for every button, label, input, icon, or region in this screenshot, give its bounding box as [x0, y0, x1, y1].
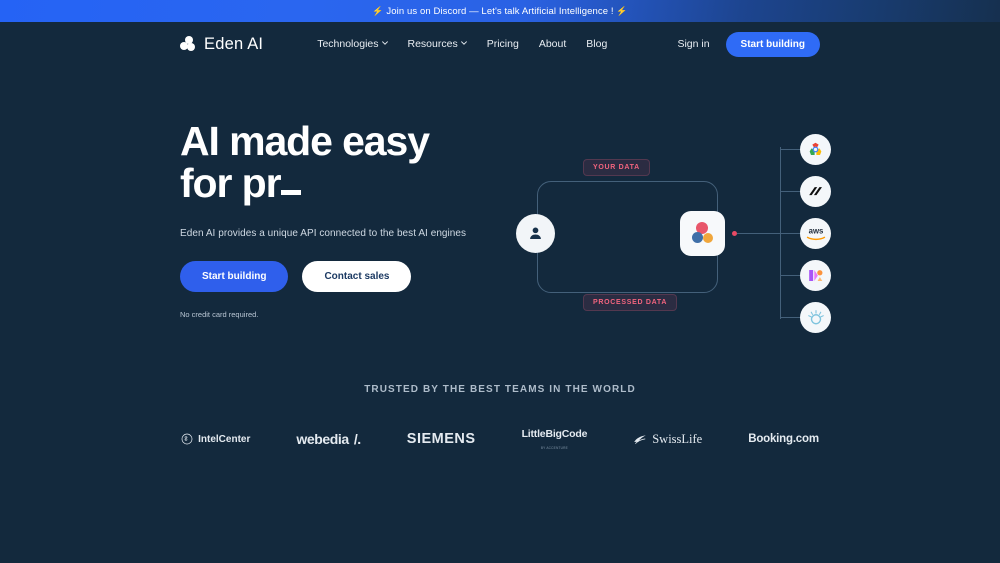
processed-data-label: PROCESSED DATA: [583, 294, 678, 311]
nav-item-about-label: About: [538, 38, 567, 50]
provider-light-blue-orb-icon: [800, 302, 831, 333]
nav-actions: Sign in Start building: [677, 31, 820, 57]
nav-item-pricing[interactable]: Pricing: [487, 38, 519, 50]
nav-item-resources-label: Resources: [407, 38, 458, 50]
start-building-button[interactable]: Start building: [180, 260, 289, 292]
trusted-by-section: TRUSTED BY THE BEST TEAMS IN THE WORLD I…: [0, 384, 1000, 450]
client-logo-siemens-label: SIEMENS: [406, 431, 476, 447]
client-logo-booking-label: Booking.com: [748, 433, 819, 445]
no-credit-card-note: No credit card required.: [180, 309, 259, 319]
your-data-label: YOUR DATA: [583, 159, 650, 176]
bolt-icon-left: ⚡: [372, 5, 384, 16]
nav-item-blog-label: Blog: [586, 38, 608, 50]
page-title: AI made easy for pr: [180, 118, 480, 206]
chevron-down-icon: [460, 40, 467, 46]
nav-item-blog[interactable]: Blog: [586, 38, 607, 50]
logo-text: Eden AI: [204, 34, 264, 53]
hero-section: AI made easy for pr Eden AI provides a u…: [0, 66, 1000, 333]
typing-caret: [281, 189, 302, 195]
architecture-diagram: YOUR DATA PROCESSED DATA aws: [510, 129, 831, 333]
provider-aws-icon: aws: [800, 218, 831, 249]
swisslife-mark-icon: [634, 434, 647, 444]
nav-item-pricing-label: Pricing: [486, 38, 519, 50]
wire-branch: [781, 149, 801, 151]
client-logo-littlebigcode: LittleBigCode BY ACCENTURE: [522, 428, 588, 450]
client-logo-intelcenter-label: IntelCenter: [198, 433, 251, 445]
eden-ai-logo-icon: [691, 221, 715, 246]
provider-google-cloud-icon: [800, 134, 831, 165]
user-icon: [530, 227, 541, 240]
wire-branch: [781, 275, 801, 277]
sign-in-link[interactable]: Sign in: [677, 38, 709, 50]
client-logo-booking: Booking.com: [748, 433, 819, 445]
nav-item-technologies[interactable]: Technologies: [317, 38, 388, 50]
start-building-nav-button[interactable]: Start building: [725, 31, 820, 57]
nav-item-technologies-label: Technologies: [317, 38, 379, 50]
bolt-icon-right: ⚡: [616, 5, 628, 16]
wire-branch: [781, 191, 801, 193]
client-logo-webedia: webedia/.: [296, 431, 361, 447]
client-logo-swisslife: SwissLife: [633, 432, 702, 447]
hero-actions: Start building Contact sales: [180, 260, 480, 292]
client-logo-siemens: SIEMENS: [407, 431, 476, 447]
chevron-down-icon: [381, 40, 388, 46]
trusted-by-title: TRUSTED BY THE BEST TEAMS IN THE WORLD: [364, 384, 636, 395]
client-logo-intelcenter: IntelCenter: [181, 433, 250, 445]
main-navigation: Eden AI Technologies Resources Pricing A…: [0, 22, 1000, 66]
nav-item-resources[interactable]: Resources: [408, 38, 467, 50]
client-logo-littlebigcode-label: LittleBigCode: [521, 428, 588, 440]
client-logo-webedia-label: webedia: [296, 431, 349, 447]
webedia-slash-icon: /.: [353, 431, 361, 447]
eden-ai-logo-icon: [180, 35, 197, 53]
eden-ai-logo[interactable]: Eden AI: [180, 35, 263, 54]
client-logo-row: IntelCenter webedia/. SIEMENS LittleBigC…: [0, 428, 1000, 450]
svg-text:aws: aws: [808, 227, 823, 236]
hero-subtitle: Eden AI provides a unique API connected …: [180, 227, 467, 239]
intelcenter-mark-icon: [181, 433, 193, 445]
wire-branch: [781, 233, 801, 235]
wire-branch: [781, 317, 801, 319]
contact-sales-button[interactable]: Contact sales: [302, 260, 412, 292]
nav-links: Technologies Resources Pricing About Blo…: [317, 38, 607, 50]
client-logo-swisslife-label: SwissLife: [652, 431, 703, 446]
nav-item-about[interactable]: About: [539, 38, 566, 50]
announcement-banner[interactable]: ⚡ Join us on Discord — Let's talk Artifi…: [0, 0, 1000, 22]
client-logo-littlebigcode-sub: BY ACCENTURE: [540, 446, 568, 450]
provider-purple-orange-icon: [800, 260, 831, 291]
provider-dark-slash-icon: [800, 176, 831, 207]
hero-copy: AI made easy for pr Eden AI provides a u…: [180, 118, 480, 329]
announcement-banner-text: ⚡ Join us on Discord — Let's talk Artifi…: [372, 6, 627, 17]
hero-title-text: AI made easy for pr: [180, 118, 440, 206]
announcement-message: Join us on Discord — Let's talk Artifici…: [386, 5, 614, 17]
eden-ai-node: [680, 211, 725, 256]
wire-horizontal: [737, 233, 781, 235]
user-avatar: [516, 214, 555, 253]
